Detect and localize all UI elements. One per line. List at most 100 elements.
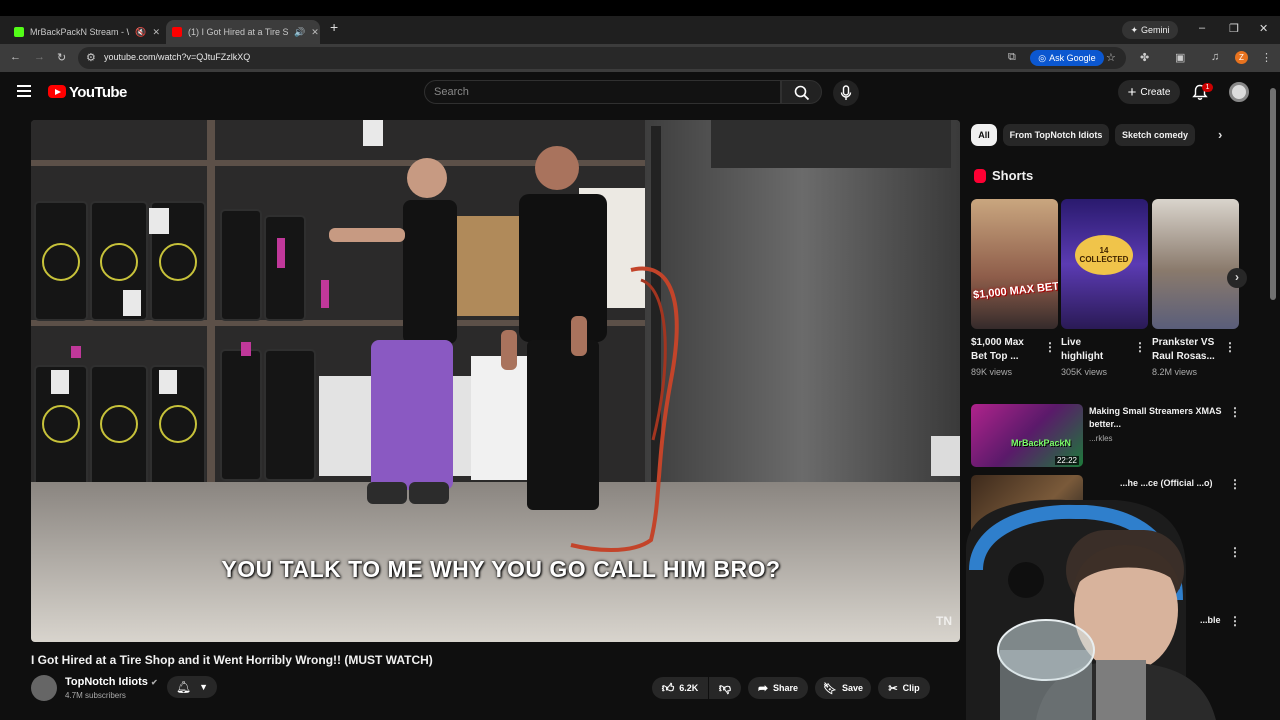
youtube-header: YouTube Search + Create 1 <box>0 72 1280 112</box>
dislike-button[interactable]: 👎︎ <box>709 677 741 699</box>
url-text[interactable]: youtube.com/watch?v=QJtuFZzlkXQ <box>104 52 250 62</box>
shorts-heading: Shorts <box>992 168 1034 183</box>
lens-icon: ◎ <box>1038 52 1047 63</box>
chrome-menu-icon[interactable]: ⋮ <box>1261 51 1272 64</box>
short-thumbnail[interactable]: $1,000 MAX BET <box>971 199 1058 329</box>
gemini-label: Gemini <box>1141 25 1170 35</box>
thumbs-up-icon: 👍︎ <box>661 680 675 695</box>
shorts-logo-icon <box>974 169 986 183</box>
scissors-icon: ✂ <box>888 682 898 695</box>
new-tab-button[interactable]: + <box>330 19 338 35</box>
close-window-icon[interactable]: ✕ <box>1259 22 1268 35</box>
browser-tab-kick[interactable]: MrBackPackN Stream - Wa 🔇 ✕ <box>10 20 160 44</box>
ask-google-button[interactable]: ◎ Ask Google <box>1030 50 1104 66</box>
short-title[interactable]: $1,000 Max Bet Top ... <box>971 336 1035 364</box>
save-label: Save <box>841 683 863 693</box>
chip-sketch-comedy[interactable]: Sketch comedy <box>1115 124 1195 146</box>
profile-avatar[interactable]: Z <box>1235 51 1248 64</box>
youtube-favicon-icon <box>172 27 182 37</box>
create-button[interactable]: + Create <box>1118 80 1180 104</box>
notification-count-badge: 1 <box>1202 83 1213 92</box>
search-placeholder: Search <box>434 86 469 98</box>
audio-playing-icon[interactable]: 🔊 <box>294 27 305 38</box>
bookmark-icon: 🔖︎ <box>823 682 837 695</box>
reload-icon[interactable]: ↻ <box>57 51 66 64</box>
close-tab-icon[interactable]: ✕ <box>311 27 319 38</box>
short-views: 305K views <box>1061 367 1108 377</box>
video-subtitle: YOU TALK TO ME WHY YOU GO CALL HIM BRO? <box>221 556 781 582</box>
youtube-wordmark[interactable]: YouTube <box>69 84 127 101</box>
recommended-video-title[interactable]: ...he ...ce (Official ...o) <box>1120 477 1220 490</box>
extensions-icon[interactable]: ✤ <box>1140 51 1149 64</box>
search-input[interactable]: Search <box>424 80 781 104</box>
ask-google-label: Ask Google <box>1049 53 1096 63</box>
more-actions-icon[interactable]: ⋮ <box>1224 340 1236 354</box>
chip-from-channel[interactable]: From TopNotch Idiots <box>1003 124 1109 146</box>
split-view-icon[interactable]: ▣ <box>1175 51 1185 64</box>
share-arrow-icon: ➦ <box>757 681 769 695</box>
sparkle-icon: ✦ <box>1130 24 1139 35</box>
browser-tab-youtube[interactable]: (1) I Got Hired at a Tire Shop 🔊 ✕ <box>166 20 320 44</box>
address-bar[interactable]: ⚙ youtube.com/watch?v=QJtuFZzlkXQ ⧉ ◎ Ask… <box>78 47 1126 69</box>
gemini-button[interactable]: ✦ Gemini <box>1122 21 1178 39</box>
channel-name[interactable]: TopNotch Idiots ✔ <box>65 676 158 688</box>
more-actions-icon[interactable]: ⋮ <box>1044 340 1056 354</box>
save-button[interactable]: 🔖︎ Save <box>815 677 871 699</box>
minimize-icon[interactable]: – <box>1199 22 1205 34</box>
back-icon[interactable]: ← <box>10 51 21 63</box>
like-button[interactable]: 👍︎ 6.2K <box>652 677 708 699</box>
more-actions-icon[interactable]: ⋮ <box>1229 477 1241 491</box>
short-overlay-text: 14 COLLECTED <box>1075 235 1133 275</box>
kick-favicon-icon <box>14 27 24 37</box>
thumbnail-overlay-text: MrBackPackN <box>1011 438 1072 448</box>
verified-icon: ✔ <box>150 678 158 687</box>
account-avatar[interactable] <box>1229 82 1249 102</box>
channel-avatar[interactable] <box>31 675 57 701</box>
muted-icon[interactable]: 🔇 <box>135 27 146 38</box>
shorts-next-button[interactable]: › <box>1227 268 1247 288</box>
webcam-overlay-image <box>966 499 1216 720</box>
short-thumbnail[interactable] <box>1152 199 1239 329</box>
video-title: I Got Hired at a Tire Shop and it Went H… <box>31 653 433 667</box>
bookmark-star-icon[interactable]: ☆ <box>1106 51 1116 64</box>
short-views: 89K views <box>971 367 1013 377</box>
plus-icon: + <box>1127 83 1137 101</box>
short-overlay-text: $1,000 MAX BET <box>972 280 1058 302</box>
voice-search-button[interactable] <box>833 80 859 106</box>
like-count: 6.2K <box>679 683 699 693</box>
restore-icon[interactable]: ❐ <box>1229 22 1239 35</box>
menu-icon[interactable] <box>17 85 31 97</box>
media-control-icon[interactable]: ♫ <box>1211 51 1219 63</box>
clip-button[interactable]: ✂ Clip <box>878 677 930 699</box>
site-info-icon[interactable]: ⚙ <box>86 51 96 64</box>
tab-title: (1) I Got Hired at a Tire Shop <box>188 27 288 37</box>
create-label: Create <box>1140 86 1171 98</box>
page-scrollbar[interactable] <box>1270 88 1276 300</box>
share-button[interactable]: ➦ Share <box>748 677 808 699</box>
browser-toolbar: ← → ↻ ⚙ youtube.com/watch?v=QJtuFZzlkXQ … <box>0 44 1280 72</box>
search-button[interactable] <box>781 80 822 104</box>
share-label: Share <box>773 683 799 693</box>
recommended-channel: ...rkles <box>1089 434 1113 443</box>
video-thumbnail[interactable]: MrBackPackN 22:22 <box>971 404 1083 467</box>
video-player[interactable]: YOU TALK TO ME WHY YOU GO CALL HIM BRO? … <box>31 120 960 642</box>
more-actions-icon[interactable]: ⋮ <box>1229 405 1241 419</box>
short-thumbnail[interactable]: 14 COLLECTED <box>1061 199 1148 329</box>
chip-all[interactable]: All <box>971 124 997 146</box>
browser-tab-strip: MrBackPackN Stream - Wa 🔇 ✕ (1) I Got Hi… <box>0 0 1280 44</box>
youtube-logo-icon[interactable] <box>48 85 66 98</box>
channel-name-text: TopNotch Idiots <box>65 676 148 688</box>
clip-label: Clip <box>902 683 920 693</box>
bell-icon: 🔔︎ <box>175 680 192 694</box>
forward-icon[interactable]: → <box>34 51 45 63</box>
more-actions-icon[interactable]: ⋮ <box>1134 340 1146 354</box>
recommended-video-title[interactable]: Making Small Streamers XMAS better... <box>1089 405 1225 431</box>
short-views: 8.2M views <box>1152 367 1198 377</box>
install-app-icon[interactable]: ⧉ <box>1008 51 1016 64</box>
close-tab-icon[interactable]: ✕ <box>152 27 160 38</box>
microphone-icon <box>840 85 852 100</box>
short-title[interactable]: Live highlight <box>1061 336 1125 364</box>
chevron-right-icon[interactable]: › <box>1218 127 1222 142</box>
short-title[interactable]: Prankster VS Raul Rosas... <box>1152 336 1216 364</box>
subscribed-notifications-button[interactable]: 🔔︎ ▼ <box>167 676 217 698</box>
